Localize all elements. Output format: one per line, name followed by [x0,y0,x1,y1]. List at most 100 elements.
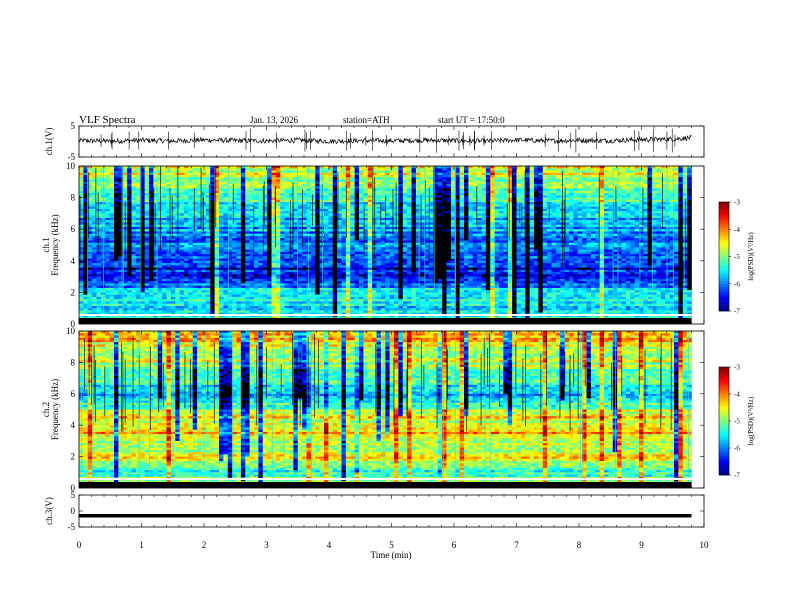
psd-cell [236,177,242,180]
psd-cell [529,181,535,185]
psd-cell [525,233,530,237]
psd-cell [604,181,609,185]
psd-cell [529,199,535,203]
psd-cell [166,217,172,221]
psd-cell [674,202,679,205]
psd-cell [595,168,600,171]
psd-cell [411,181,417,185]
psd-cell [468,175,474,178]
psd-cell [315,172,320,176]
psd-cell [310,195,316,198]
psd-cell [674,238,679,241]
psd-cell [678,240,684,244]
psd-cell [411,213,417,216]
psd-cell [411,220,417,223]
psd-cell [179,199,185,203]
psd-cell [630,217,635,221]
psd-cell [647,190,653,194]
psd-cell [582,233,587,237]
psd-cell [271,177,277,180]
psd-cell [621,226,627,230]
psd-cell [271,170,277,174]
psd-cell [350,220,355,223]
psd-cell [674,170,679,174]
psd-cell [144,190,150,194]
psd-cell [219,233,224,237]
psd-cell [359,177,364,180]
psd-cell [674,199,679,203]
psd-cell [415,224,421,228]
psd-cell [262,179,268,183]
psd-cell [324,179,329,183]
psd-cell [507,204,513,207]
psd-cell [459,217,465,221]
psd-cell [621,172,627,176]
psd-cell [682,188,688,192]
psd-cell [219,211,224,214]
psd-cell [464,206,469,210]
psd-cell [127,172,132,176]
psd-cell [350,226,355,230]
psd-cell [656,170,662,174]
psd-cell [569,208,574,212]
psd-cell [687,179,692,183]
psd-cell [604,204,609,207]
psd-cell [621,177,627,180]
psd-cell [109,197,115,201]
psd-cell [223,226,229,230]
psd-cell [87,168,93,171]
psd-cell [205,238,211,241]
psd-cell [660,208,666,212]
psd-cell [297,168,303,171]
psd-cell [490,235,495,239]
psd-cell [324,172,329,176]
psd-cell [569,181,574,185]
psd-cell [429,226,434,230]
psd-cell [682,235,688,239]
psd-cell [485,199,491,203]
psd-cell [569,220,574,223]
psd-cell [109,215,115,219]
psd-cell [240,199,246,203]
psd-cell [280,202,285,205]
psd-cell [319,181,325,185]
psd-cell [512,168,517,171]
psd-cell [604,168,609,171]
psd-cell [127,170,132,174]
psd-cell [114,168,119,171]
psd-cell [245,179,250,183]
psd-cell [389,220,395,223]
psd-cell [170,211,176,214]
psd-cell [341,184,347,187]
psd-cell [109,204,115,207]
psd-cell [284,190,290,194]
psd-cell [634,199,640,203]
psd-cell [551,208,557,212]
psd-cell [131,184,137,187]
psd-cell [656,224,662,228]
psd-cell [459,199,465,203]
psd-cell [446,193,452,196]
psd-cell [468,188,474,192]
psd-cell [538,211,544,214]
psd-cell [660,222,666,225]
psd-cell [376,188,382,192]
psd-cell [302,242,307,246]
psd-cell [411,206,417,210]
psd-cell [245,222,250,225]
psd-cell [254,168,259,171]
psd-cell [490,195,495,198]
psd-cell [630,215,635,219]
psd-cell [411,177,417,180]
psd-cell [577,233,583,237]
psd-cell [219,235,224,239]
psd-cell [464,238,469,241]
psd-cell [96,188,102,192]
psd-cell [284,242,290,246]
psd-cell [170,179,176,183]
psd-cell [542,231,548,235]
psd-cell [542,217,548,221]
psd-cell [105,199,110,203]
psd-cell [188,177,194,180]
psd-cell [472,181,478,185]
